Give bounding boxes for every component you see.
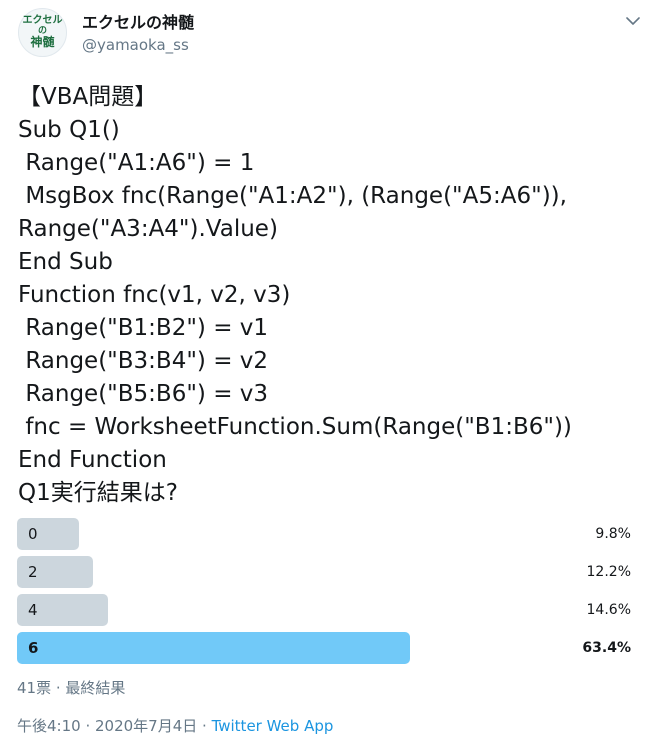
poll-option-label: 0 xyxy=(28,525,38,543)
avatar-text-line3: 神髄 xyxy=(30,35,55,50)
avatar[interactable]: エクセル の 神髄 xyxy=(18,8,67,57)
poll-option: 2 12.2% xyxy=(17,556,637,588)
author-display-name[interactable]: エクセルの神髄 xyxy=(82,13,194,33)
poll-option-percent: 63.4% xyxy=(582,640,631,656)
poll-option: 4 14.6% xyxy=(17,594,637,626)
poll-option-percent: 12.2% xyxy=(586,564,631,580)
poll: 0 9.8% 2 12.2% 4 14.6% 6 63.4% xyxy=(17,518,637,670)
chevron-down-icon[interactable] xyxy=(624,12,642,30)
poll-option-label: 2 xyxy=(28,563,38,581)
poll-option-label: 4 xyxy=(28,601,38,619)
poll-meta: 41票 · 最終結果 xyxy=(17,679,126,697)
poll-option-percent: 14.6% xyxy=(586,602,631,618)
author-handle[interactable]: @yamaoka_ss xyxy=(82,35,194,55)
poll-option-bar xyxy=(17,518,79,550)
tweet-text: 【VBA問題】 Sub Q1() Range("A1:A6") = 1 MsgB… xyxy=(18,84,572,506)
author-names: エクセルの神髄 @yamaoka_ss xyxy=(82,13,194,55)
poll-option-bar xyxy=(17,632,410,664)
source-app-link[interactable]: Twitter Web App xyxy=(212,717,334,735)
poll-option-label: 6 xyxy=(28,639,39,657)
tweet-timestamp-line: 午後4:10 · 2020年7月4日 · Twitter Web App xyxy=(17,716,333,736)
tweet-header: エクセル の 神髄 エクセルの神髄 @yamaoka_ss xyxy=(18,8,642,64)
poll-option: 6 63.4% xyxy=(17,632,637,664)
poll-option-percent: 9.8% xyxy=(595,526,631,542)
poll-option: 0 9.8% xyxy=(17,518,637,550)
tweet-time-date[interactable]: 午後4:10 · 2020年7月4日 · xyxy=(17,717,212,735)
